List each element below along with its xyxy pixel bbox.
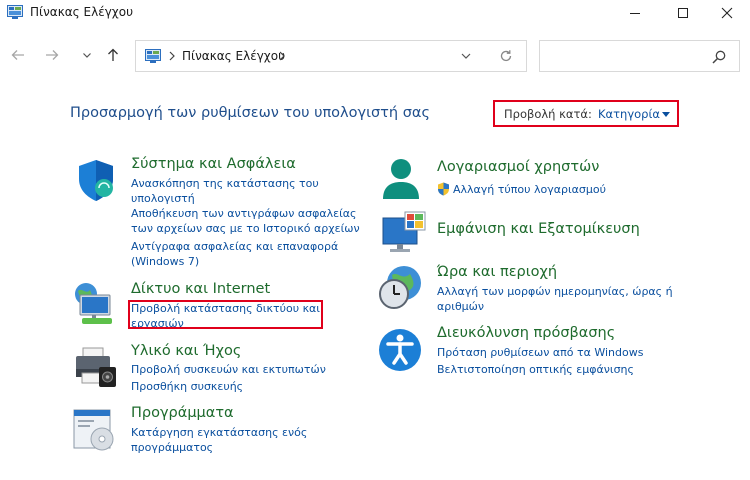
appearance-icon[interactable]: [381, 210, 427, 256]
up-button[interactable]: [102, 44, 124, 66]
category-appearance-personalization[interactable]: Εμφάνιση και Εξατομίκευση: [437, 221, 640, 237]
address-dropdown-icon[interactable]: [458, 49, 474, 63]
category-system-security[interactable]: Σύστημα και Ασφάλεια: [131, 156, 296, 172]
view-by-selector[interactable]: Προβολή κατά: Κατηγορία: [493, 100, 679, 127]
close-button[interactable]: [704, 0, 750, 26]
category-ease-of-access[interactable]: Διευκόλυνση πρόσβασης: [437, 325, 615, 341]
clock-globe-icon[interactable]: [378, 265, 424, 311]
search-icon: [712, 50, 726, 64]
breadcrumb-chevron-icon[interactable]: [277, 49, 287, 63]
minimize-button[interactable]: [612, 0, 658, 26]
view-by-value[interactable]: Κατηγορία: [598, 107, 660, 121]
search-input[interactable]: [539, 40, 740, 72]
link-change-formats[interactable]: Αλλαγή των μορφών ημερομηνίας, ώρας ή αρ…: [437, 284, 673, 314]
link-optimize-visual-display[interactable]: Βελτιστοποίηση οπτικής εμφάνισης: [437, 362, 634, 377]
link-add-device[interactable]: Προσθήκη συσκευής: [131, 379, 243, 394]
control-panel-icon: [145, 49, 161, 63]
control-panel-icon: [7, 5, 23, 19]
link-file-history[interactable]: Αποθήκευση των αντιγράφων ασφαλείας των …: [131, 206, 360, 236]
page-title: Προσαρμογή των ρυθμίσεων του υπολογιστή …: [70, 105, 430, 121]
link-windows-suggest-settings[interactable]: Πρόταση ρυθμίσεων από τα Windows: [437, 345, 643, 360]
link-change-account-type[interactable]: Αλλαγή τύπου λογαριασμού: [453, 182, 606, 197]
user-icon[interactable]: [380, 157, 426, 203]
network-globe-icon[interactable]: [72, 281, 118, 327]
uac-shield-icon: [438, 182, 449, 196]
printer-icon[interactable]: [73, 345, 119, 391]
chevron-down-icon: [83, 53, 91, 58]
accessibility-icon[interactable]: [377, 327, 423, 373]
programs-icon[interactable]: [72, 407, 118, 453]
link-uninstall-program[interactable]: Κατάργηση εγκατάστασης ενός προγράμματος: [131, 425, 307, 455]
forward-button[interactable]: [41, 44, 63, 66]
close-icon: [721, 7, 733, 19]
arrow-left-icon: [11, 50, 24, 60]
back-button[interactable]: [7, 44, 29, 66]
breadcrumb-control-panel[interactable]: Πίνακας Ελέγχου: [182, 49, 285, 63]
category-user-accounts[interactable]: Λογαριασμοί χρηστών: [437, 159, 599, 175]
dropdown-caret-icon[interactable]: [662, 112, 670, 117]
arrow-up-icon: [108, 48, 118, 61]
category-clock-region[interactable]: Ώρα και περιοχή: [437, 264, 557, 280]
shield-icon[interactable]: [73, 157, 119, 203]
recent-locations-button[interactable]: [76, 44, 98, 66]
network-link-highlight: [128, 300, 323, 329]
refresh-icon[interactable]: [498, 48, 514, 64]
link-review-status[interactable]: Ανασκόπηση της κατάστασης του υπολογιστή: [131, 176, 319, 206]
title-bar: Πίνακας Ελέγχου: [0, 0, 750, 26]
category-programs[interactable]: Προγράμματα: [131, 405, 234, 421]
link-backup-restore[interactable]: Αντίγραφα ασφαλείας και επαναφορά (Windo…: [131, 239, 338, 269]
breadcrumb-chevron-icon[interactable]: [167, 49, 177, 63]
maximize-button[interactable]: [660, 0, 706, 26]
address-bar[interactable]: Πίνακας Ελέγχου: [135, 40, 527, 72]
category-hardware-sound[interactable]: Υλικό και Ήχος: [131, 343, 241, 359]
minimize-icon: [630, 13, 640, 14]
link-devices-printers[interactable]: Προβολή συσκευών και εκτυπωτών: [131, 362, 326, 377]
category-network-internet[interactable]: Δίκτυο και Internet: [131, 281, 270, 297]
arrow-right-icon: [46, 50, 59, 60]
window-title: Πίνακας Ελέγχου: [30, 5, 134, 19]
view-by-label: Προβολή κατά:: [504, 107, 592, 121]
maximize-icon: [678, 8, 688, 18]
